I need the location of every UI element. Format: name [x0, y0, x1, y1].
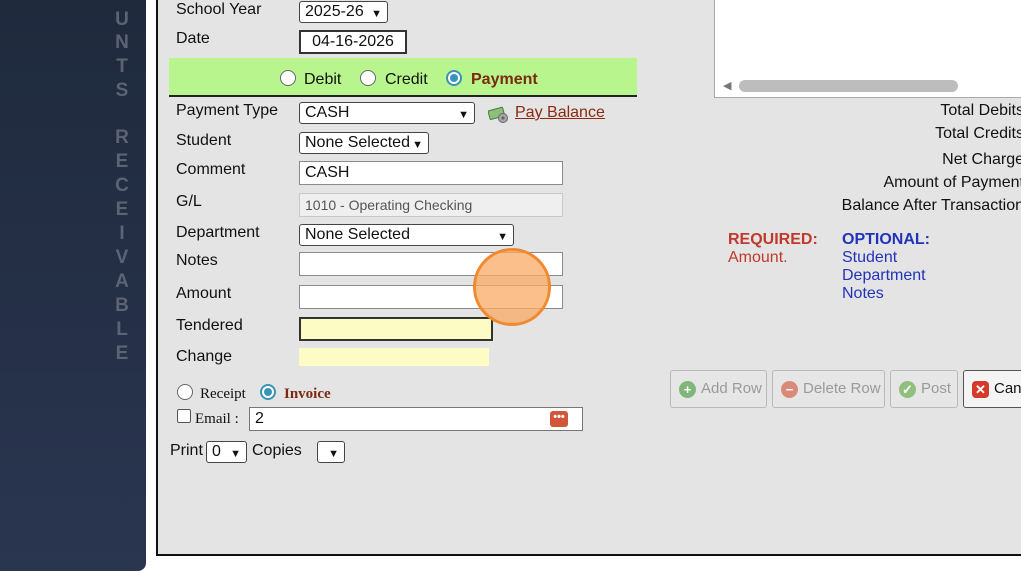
payment-label: Payment: [471, 71, 538, 88]
gl-field: 1010 - Operating Checking: [299, 193, 563, 217]
payment-type-label: Payment Type: [176, 102, 278, 119]
net-charge-label: Net Charge: [942, 151, 1021, 168]
sidebar-letter: N: [115, 32, 129, 53]
chevron-down-icon: ▼: [328, 448, 339, 460]
email-checkbox[interactable]: [177, 409, 191, 423]
optional-title: OPTIONAL:: [842, 231, 930, 248]
money-icon[interactable]: [487, 106, 508, 123]
total-debits-label: Total Debits: [940, 102, 1021, 119]
debit-radio[interactable]: [280, 70, 296, 86]
chevron-down-icon: ▼: [371, 8, 382, 20]
balance-after-label: Balance After Transaction: [841, 197, 1021, 214]
invoice-label: Invoice: [284, 386, 331, 402]
chevron-down-icon: ▼: [412, 139, 423, 151]
scroll-left-icon[interactable]: ◀: [723, 79, 731, 92]
amount-of-payment-label: Amount of Payment: [883, 174, 1021, 191]
required-item: Amount.: [728, 249, 788, 266]
cancel-label: Canc: [994, 380, 1021, 397]
click-indicator: [473, 248, 551, 326]
chevron-down-icon: ▼: [497, 231, 508, 243]
sidebar-letter: A: [115, 271, 129, 292]
plus-icon: +: [679, 381, 696, 398]
post-button[interactable]: ✓ Post: [890, 370, 958, 408]
transaction-type-bar: Debit Credit Payment: [169, 58, 637, 97]
add-row-button[interactable]: + Add Row: [670, 370, 767, 408]
receipt-label: Receipt: [200, 386, 246, 402]
sidebar-letter: U: [115, 9, 129, 30]
credit-label: Credit: [385, 71, 428, 88]
school-year-value: 2025-26: [305, 3, 364, 20]
delete-row-label: Delete Row: [803, 380, 881, 397]
optional-item: Department: [842, 267, 926, 284]
amount-label: Amount: [176, 285, 232, 302]
comment-value: CASH: [305, 164, 350, 181]
department-select[interactable]: None Selected ▼: [299, 224, 514, 246]
sidebar-letter: T: [116, 56, 128, 77]
date-field[interactable]: 04-16-2026: [299, 30, 407, 54]
copies-label: Copies: [252, 442, 302, 459]
payment-radio[interactable]: [446, 70, 462, 86]
sidebar-letter: E: [115, 343, 129, 364]
change-field: [299, 348, 489, 366]
sidebar-letter: L: [116, 319, 128, 340]
sidebar-letter: R: [115, 127, 129, 148]
date-label: Date: [176, 30, 210, 47]
tendered-label: Tendered: [176, 317, 243, 334]
gl-value: 1010 - Operating Checking: [305, 197, 473, 213]
department-label: Department: [176, 224, 260, 241]
department-value: None Selected: [305, 226, 410, 243]
comment-field[interactable]: CASH: [299, 161, 563, 185]
student-value: None Selected: [305, 134, 410, 151]
notes-label: Notes: [176, 252, 218, 269]
post-label: Post: [921, 380, 952, 397]
student-label: Student: [176, 132, 232, 149]
optional-item: Notes: [842, 285, 884, 302]
email-field[interactable]: 2 •••: [249, 407, 583, 431]
check-icon: ✓: [899, 381, 916, 398]
entries-grid: ◀: [714, 0, 1021, 98]
sidebar-letter: B: [115, 295, 129, 316]
add-row-label: Add Row: [701, 380, 762, 397]
change-label: Change: [176, 348, 233, 365]
minus-icon: −: [781, 381, 798, 398]
chevron-down-icon: ▼: [458, 109, 469, 121]
comment-label: Comment: [176, 161, 246, 178]
email-label: Email :: [195, 411, 239, 427]
receipt-radio[interactable]: [177, 384, 193, 400]
sidebar-letter: S: [115, 80, 129, 101]
date-value: 04-16-2026: [312, 33, 394, 50]
invoice-radio[interactable]: [260, 384, 276, 400]
print-count-select[interactable]: 0 ▼: [206, 441, 247, 463]
cancel-button[interactable]: ✕ Canc: [963, 370, 1021, 408]
sidebar: U N T S R E C E I V A B L E: [0, 0, 146, 571]
sidebar-letter: V: [115, 247, 129, 268]
horizontal-scrollbar[interactable]: [739, 80, 958, 92]
required-title: REQUIRED:: [728, 231, 818, 248]
close-icon: ✕: [972, 381, 989, 398]
print-label: Print: [170, 442, 203, 459]
sidebar-letter: I: [119, 223, 125, 244]
optional-item: Student: [842, 249, 898, 266]
school-year-select[interactable]: 2025-26 ▼: [299, 1, 388, 23]
payment-type-select[interactable]: CASH ▼: [299, 102, 475, 124]
chevron-down-icon: ▼: [230, 448, 241, 460]
pay-balance-link[interactable]: Pay Balance: [515, 104, 605, 122]
sidebar-letter: C: [115, 175, 129, 196]
email-value: 2: [255, 410, 264, 427]
more-options-icon[interactable]: •••: [550, 411, 568, 427]
debit-label: Debit: [304, 71, 342, 88]
gl-label: G/L: [176, 193, 202, 210]
school-year-label: School Year: [176, 1, 262, 18]
sidebar-letter: E: [115, 151, 129, 172]
total-credits-label: Total Credits: [935, 125, 1021, 142]
student-select[interactable]: None Selected ▼: [299, 132, 429, 154]
sidebar-letter: E: [115, 199, 129, 220]
copies-select[interactable]: ▼: [317, 441, 345, 463]
delete-row-button[interactable]: − Delete Row: [772, 370, 885, 408]
transaction-panel: School Year 2025-26 ▼ Date 04-16-2026 De…: [156, 0, 1021, 556]
print-count-value: 0: [212, 443, 221, 460]
credit-radio[interactable]: [360, 70, 376, 86]
tendered-field[interactable]: [299, 317, 493, 341]
payment-type-value: CASH: [305, 104, 350, 121]
